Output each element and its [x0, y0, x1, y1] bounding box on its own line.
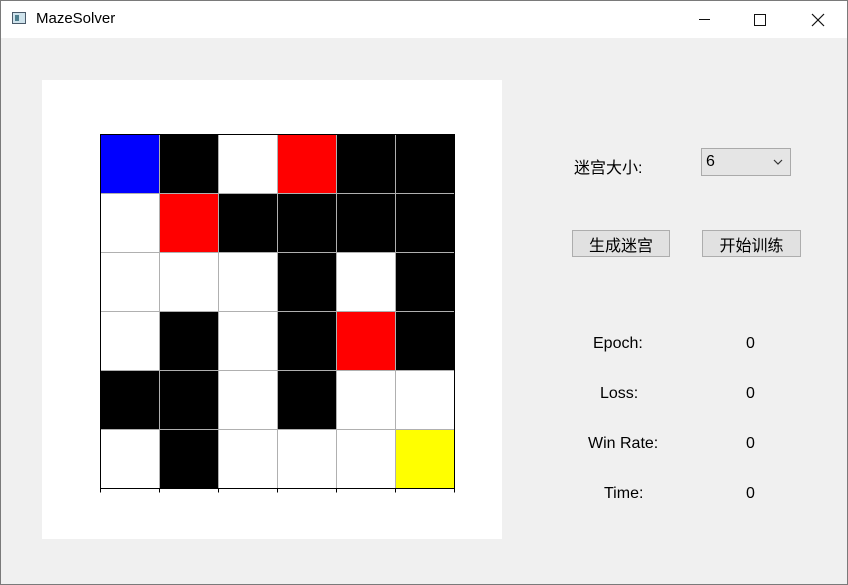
- maze-cell: [100, 370, 160, 430]
- maze-cell: [218, 193, 278, 253]
- title-bar[interactable]: MazeSolver: [1, 1, 847, 38]
- maze-cell: [218, 252, 278, 312]
- time-label: Time:: [604, 485, 644, 502]
- maze-cell: [277, 193, 337, 253]
- maze-cell: [277, 429, 337, 489]
- start-training-button[interactable]: 开始训练: [702, 230, 801, 257]
- maze-cell: [336, 311, 396, 371]
- maze-cell: [395, 311, 455, 371]
- epoch-label: Epoch:: [593, 335, 643, 352]
- epoch-value: 0: [746, 335, 755, 352]
- maze-cell: [277, 252, 337, 312]
- maze-cell: [395, 193, 455, 253]
- maze-size-select[interactable]: 6: [701, 148, 791, 176]
- time-value: 0: [746, 485, 755, 502]
- maze-cell: [100, 134, 160, 194]
- maze-cell: [218, 311, 278, 371]
- maze-cell: [218, 370, 278, 430]
- maze-cell: [159, 311, 219, 371]
- maze-cell: [395, 134, 455, 194]
- close-button[interactable]: [789, 1, 847, 38]
- maze-cell: [159, 252, 219, 312]
- maze-cell: [336, 134, 396, 194]
- maze-cell: [336, 193, 396, 253]
- minimize-icon: [698, 19, 710, 20]
- maximize-icon: [754, 13, 766, 26]
- window-title: MazeSolver: [36, 10, 116, 27]
- maze-cell: [159, 193, 219, 253]
- maze-cell: [218, 429, 278, 489]
- maze-cell: [100, 429, 160, 489]
- maze-cell: [395, 370, 455, 430]
- maze-cell: [100, 252, 160, 312]
- maze-cell: [336, 252, 396, 312]
- maze-cell: [336, 370, 396, 430]
- maze-size-label: 迷宫大小:: [574, 160, 643, 177]
- maze-cell: [395, 252, 455, 312]
- maze-cell: [336, 429, 396, 489]
- win-rate-label: Win Rate:: [588, 435, 659, 452]
- maximize-button[interactable]: [731, 1, 789, 38]
- chevron-down-icon: [773, 159, 783, 165]
- maze-cell: [277, 311, 337, 371]
- maze-cell: [277, 370, 337, 430]
- generate-maze-button[interactable]: 生成迷宫: [572, 230, 670, 257]
- loss-label: Loss:: [600, 385, 639, 402]
- maze-cell: [159, 134, 219, 194]
- close-icon: [811, 13, 825, 26]
- maze-cell: [100, 311, 160, 371]
- maze-cell: [218, 134, 278, 194]
- maze-cell: [159, 370, 219, 430]
- win-rate-value: 0: [746, 435, 755, 452]
- maze-cell: [100, 193, 160, 253]
- minimize-button[interactable]: [675, 1, 733, 38]
- maze-grid: [100, 134, 455, 493]
- maze-cell: [159, 429, 219, 489]
- maze-cell: [277, 134, 337, 194]
- loss-value: 0: [746, 385, 755, 402]
- app-icon: [12, 12, 26, 24]
- maze-size-value: 6: [706, 153, 715, 170]
- maze-cell: [395, 429, 455, 489]
